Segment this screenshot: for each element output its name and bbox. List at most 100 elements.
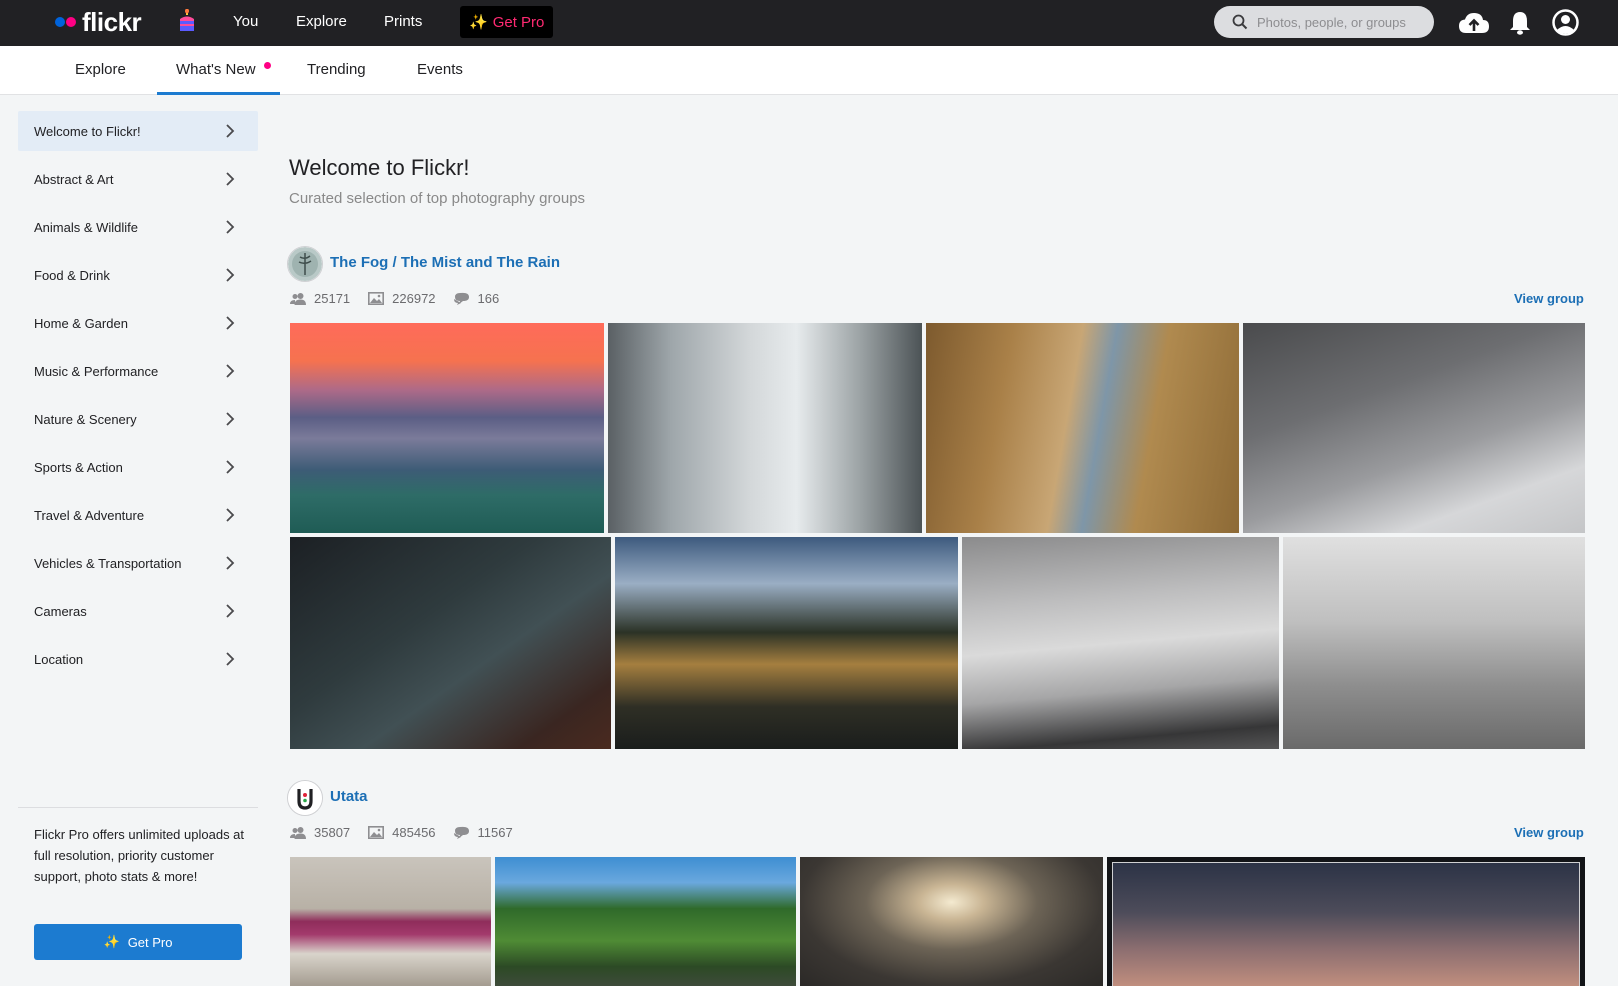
photo-tile[interactable] — [800, 857, 1103, 986]
tab-trending[interactable]: Trending — [307, 61, 366, 78]
sidebar-item-label: Home & Garden — [34, 315, 128, 331]
get-pro-button[interactable]: ✨ Get Pro — [460, 6, 554, 38]
nav-prints[interactable]: Prints — [384, 13, 422, 30]
chevron-right-icon — [226, 316, 235, 330]
members-stat: 25171 — [290, 291, 350, 306]
sidebar-item-label: Animals & Wildlife — [34, 219, 139, 235]
photos-stat: 485456 — [368, 825, 436, 840]
members-count: 35807 — [314, 825, 351, 840]
account-avatar-icon[interactable] — [1552, 9, 1579, 36]
tab-whats-new[interactable]: What's New — [176, 61, 256, 78]
new-indicator-dot — [264, 62, 271, 69]
top-navigation-bar: flickr You Explore Prints ✨ Get Pro — [0, 0, 1618, 46]
sidebar-item-label: Abstract & Art — [34, 171, 114, 187]
photo-frame — [1112, 862, 1580, 986]
nav-explore[interactable]: Explore — [296, 13, 347, 30]
sub-navigation: Explore What's New Trending Events — [0, 46, 1618, 95]
photo-tile[interactable] — [962, 537, 1279, 749]
sidebar-item-location[interactable]: Location — [18, 639, 258, 679]
sidebar-item-label: Vehicles & Transportation — [34, 555, 182, 571]
sidebar-item-food-drink[interactable]: Food & Drink — [18, 255, 258, 295]
photo-tile[interactable] — [1107, 857, 1585, 986]
logo-blue-dot — [55, 17, 65, 27]
sidebar-divider — [18, 807, 258, 808]
sidebar-item-welcome[interactable]: Welcome to Flickr! — [18, 111, 258, 151]
photo-tile[interactable] — [290, 323, 604, 533]
sidebar-item-animals-wildlife[interactable]: Animals & Wildlife — [18, 207, 258, 247]
sidebar-item-abstract-art[interactable]: Abstract & Art — [18, 159, 258, 199]
search-box[interactable] — [1214, 6, 1434, 38]
sidebar-item-music-performance[interactable]: Music & Performance — [18, 351, 258, 391]
photo-tile[interactable] — [615, 537, 958, 749]
chevron-right-icon — [226, 652, 235, 666]
photo-tile[interactable] — [495, 857, 796, 986]
discussions-stat: 166 — [453, 291, 500, 306]
search-input[interactable] — [1257, 14, 1427, 30]
photo-tile[interactable] — [1243, 323, 1585, 533]
tab-explore[interactable]: Explore — [75, 61, 126, 78]
sidebar-item-cameras[interactable]: Cameras — [18, 591, 258, 631]
photos-icon — [368, 826, 385, 839]
group-name-link[interactable]: Utata — [330, 788, 368, 805]
category-sidebar: Welcome to Flickr! Abstract & Art Animal… — [18, 95, 258, 986]
members-stat: 35807 — [290, 825, 350, 840]
sparkle-icon: ✨ — [469, 14, 488, 31]
group-name-link[interactable]: The Fog / The Mist and The Rain — [330, 254, 560, 271]
sidebar-get-pro-label: Get Pro — [127, 934, 173, 950]
members-icon — [290, 293, 306, 305]
chevron-right-icon — [226, 460, 235, 474]
chevron-right-icon — [226, 556, 235, 570]
discussions-count: 11567 — [477, 825, 513, 840]
photos-count: 226972 — [392, 291, 436, 306]
sparkle-icon: ✨ — [103, 934, 120, 949]
logo-pink-dot — [66, 17, 76, 27]
logo-wordmark: flickr — [82, 6, 142, 37]
chevron-right-icon — [226, 124, 235, 138]
chevron-right-icon — [226, 412, 235, 426]
members-count: 25171 — [314, 291, 351, 306]
group-avatar[interactable] — [287, 780, 323, 816]
sidebar-item-label: Music & Performance — [34, 363, 159, 379]
discussions-icon — [453, 826, 469, 839]
nav-you[interactable]: You — [233, 13, 258, 30]
sidebar-item-home-garden[interactable]: Home & Garden — [18, 303, 258, 343]
discussions-stat: 11567 — [453, 825, 513, 840]
notifications-bell-icon[interactable] — [1509, 10, 1531, 36]
flickr-logo[interactable]: flickr — [55, 6, 142, 37]
pro-promo-text: Flickr Pro offers unlimited uploads at f… — [34, 827, 245, 884]
discussions-icon — [453, 292, 469, 305]
photo-tile[interactable] — [290, 537, 611, 749]
view-group-link[interactable]: View group — [1514, 291, 1584, 306]
birthday-cake-icon[interactable] — [177, 9, 197, 35]
discussions-count: 166 — [477, 291, 500, 306]
tab-events[interactable]: Events — [417, 61, 463, 78]
sidebar-item-label: Sports & Action — [34, 459, 123, 475]
sidebar-item-sports-action[interactable]: Sports & Action — [18, 447, 258, 487]
view-group-link[interactable]: View group — [1514, 825, 1584, 840]
chevron-right-icon — [226, 220, 235, 234]
chevron-right-icon — [226, 604, 235, 618]
sidebar-item-label: Travel & Adventure — [34, 507, 145, 523]
photos-count: 485456 — [392, 825, 436, 840]
photo-tile[interactable] — [290, 857, 491, 986]
chevron-right-icon — [226, 172, 235, 186]
sidebar-item-label: Cameras — [34, 603, 87, 619]
sidebar-item-label: Location — [34, 651, 84, 667]
search-icon — [1232, 14, 1248, 30]
sidebar-get-pro-button[interactable]: ✨ Get Pro — [34, 924, 242, 960]
photos-icon — [368, 292, 385, 305]
sidebar-item-vehicles-transportation[interactable]: Vehicles & Transportation — [18, 543, 258, 583]
photos-stat: 226972 — [368, 291, 436, 306]
photo-tile[interactable] — [608, 323, 922, 533]
sidebar-item-label: Nature & Scenery — [34, 411, 137, 427]
page-title: Welcome to Flickr! — [289, 155, 470, 180]
group-avatar[interactable] — [287, 246, 323, 282]
upload-cloud-icon[interactable] — [1457, 10, 1491, 36]
sidebar-item-label: Food & Drink — [34, 267, 110, 283]
chevron-right-icon — [226, 364, 235, 378]
sidebar-item-nature-scenery[interactable]: Nature & Scenery — [18, 399, 258, 439]
photo-tile[interactable] — [926, 323, 1239, 533]
page-subtitle: Curated selection of top photography gro… — [289, 190, 586, 207]
sidebar-item-travel-adventure[interactable]: Travel & Adventure — [18, 495, 258, 535]
photo-tile[interactable] — [1283, 537, 1585, 749]
